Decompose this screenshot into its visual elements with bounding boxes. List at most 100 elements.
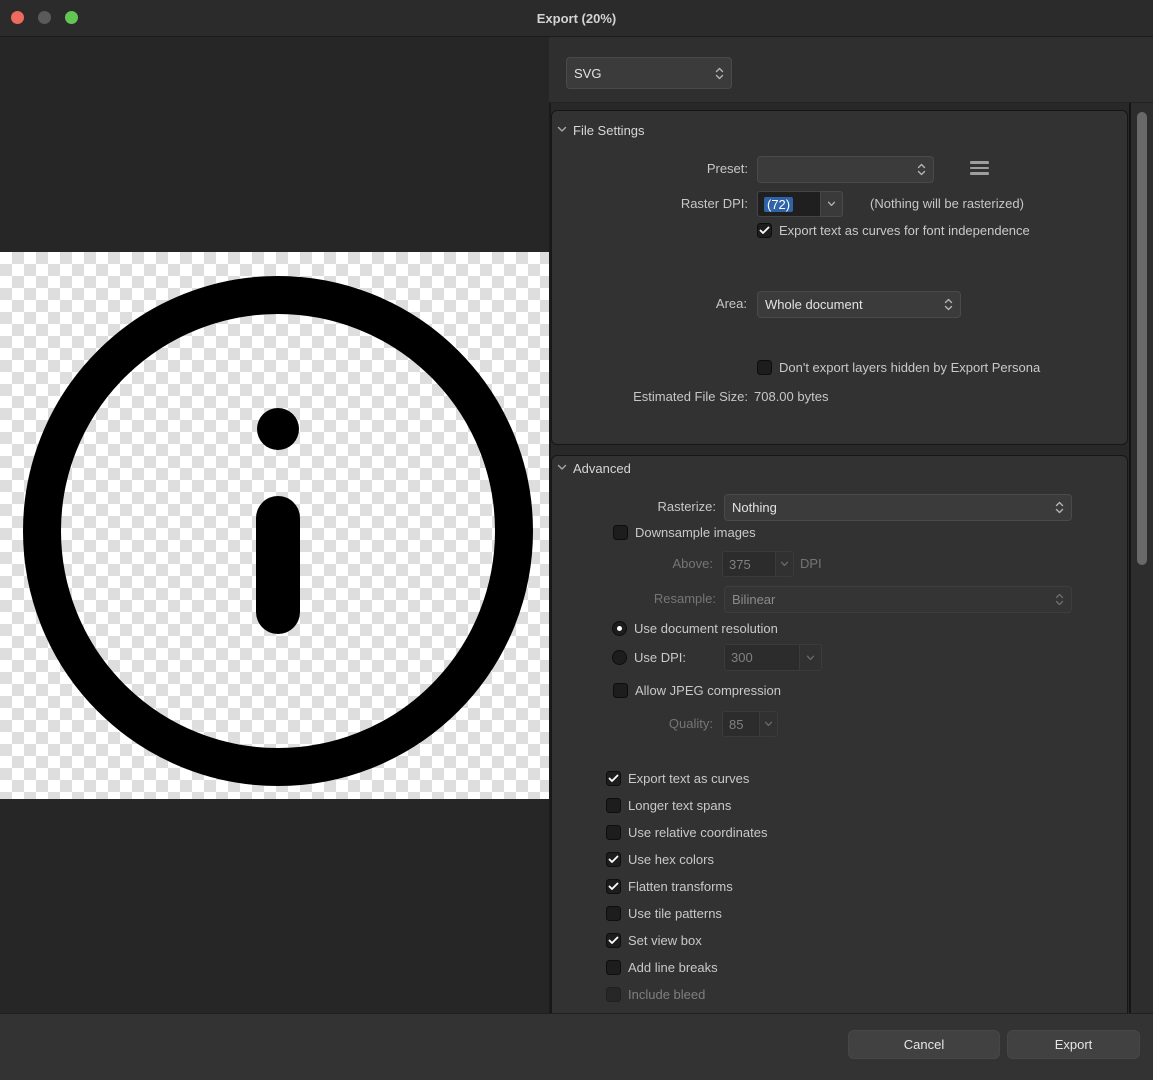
export-button[interactable]: Export bbox=[1007, 1030, 1140, 1059]
checkbox-box bbox=[606, 825, 621, 840]
allow-jpeg-compression-checkbox[interactable]: Allow JPEG compression bbox=[613, 682, 781, 698]
raster-dpi-label: Raster DPI: bbox=[628, 196, 748, 212]
checkbox-box bbox=[613, 683, 628, 698]
checkbox-label: Use relative coordinates bbox=[628, 825, 767, 840]
minimize-button[interactable] bbox=[38, 11, 51, 24]
checkmark-icon bbox=[608, 774, 619, 783]
rasterize-select[interactable]: Nothing bbox=[724, 494, 1072, 521]
select-chevrons-icon bbox=[917, 163, 926, 176]
checkmark-icon bbox=[608, 882, 619, 891]
use-relative-coordinates-checkbox[interactable]: Use relative coordinates bbox=[606, 824, 767, 840]
cancel-button[interactable]: Cancel bbox=[848, 1030, 1000, 1059]
advanced-collapse-icon[interactable] bbox=[557, 464, 567, 471]
chevron-down-icon bbox=[827, 201, 836, 207]
advanced-title[interactable]: Advanced bbox=[573, 461, 631, 477]
radio-label: Use DPI: bbox=[634, 650, 686, 665]
select-chevrons-icon bbox=[1055, 501, 1064, 514]
raster-dpi-dropdown-button[interactable] bbox=[821, 191, 843, 217]
preset-menu-button[interactable] bbox=[970, 161, 989, 175]
chevron-down-icon bbox=[806, 655, 815, 661]
checkbox-box bbox=[757, 223, 772, 238]
export-dialog: Export (20%) SVG File Settings Preset: bbox=[0, 0, 1153, 1080]
format-select[interactable]: SVG bbox=[566, 57, 732, 89]
transparency-checkerboard bbox=[0, 252, 549, 799]
dpi-unit-label: DPI bbox=[800, 556, 822, 572]
export-text-as-curves-checkbox[interactable]: Export text as curves bbox=[606, 770, 749, 786]
rasterize-label: Rasterize: bbox=[610, 499, 716, 515]
use-dpi-value: 300 bbox=[731, 650, 753, 665]
checkbox-box bbox=[606, 906, 621, 921]
checkbox-label: Use hex colors bbox=[628, 852, 714, 867]
resample-select: Bilinear bbox=[724, 586, 1072, 613]
flatten-transforms-checkbox[interactable]: Flatten transforms bbox=[606, 878, 733, 894]
raster-dpi-note: (Nothing will be rasterized) bbox=[870, 196, 1024, 212]
checkbox-box bbox=[606, 852, 621, 867]
quality-value: 85 bbox=[729, 717, 743, 732]
area-select[interactable]: Whole document bbox=[757, 291, 961, 318]
use-hex-colors-checkbox[interactable]: Use hex colors bbox=[606, 851, 714, 867]
radio-label: Use document resolution bbox=[634, 621, 778, 636]
preset-select[interactable] bbox=[757, 156, 934, 183]
checkbox-label: Allow JPEG compression bbox=[635, 683, 781, 698]
select-chevrons-icon bbox=[715, 67, 724, 80]
include-bleed-checkbox: Include bleed bbox=[606, 986, 705, 1002]
checkbox-box bbox=[606, 879, 621, 894]
raster-dpi-value: (72) bbox=[764, 197, 793, 212]
radio-dot bbox=[612, 650, 627, 665]
dont-export-hidden-layers-checkbox[interactable]: Don't export layers hidden by Export Per… bbox=[757, 359, 1040, 375]
checkbox-box bbox=[757, 360, 772, 375]
set-view-box-checkbox[interactable]: Set view box bbox=[606, 932, 702, 948]
checkbox-box bbox=[606, 987, 621, 1002]
use-dpi-dropdown-button bbox=[800, 644, 822, 671]
chevron-down-icon bbox=[764, 721, 773, 727]
quality-dropdown-button bbox=[760, 711, 778, 737]
downsample-images-checkbox[interactable]: Downsample images bbox=[613, 524, 756, 540]
zoom-button[interactable] bbox=[65, 11, 78, 24]
checkbox-label: Include bleed bbox=[628, 987, 705, 1002]
estimated-size-label: Estimated File Size: bbox=[555, 389, 748, 405]
raster-dpi-input[interactable]: (72) bbox=[757, 191, 821, 217]
quality-label: Quality: bbox=[630, 716, 713, 732]
use-document-resolution-radio[interactable]: Use document resolution bbox=[612, 620, 778, 636]
window-title: Export (20%) bbox=[0, 0, 1153, 37]
estimated-size-value: 708.00 bytes bbox=[754, 389, 828, 405]
checkbox-label: Flatten transforms bbox=[628, 879, 733, 894]
checkbox-box bbox=[606, 771, 621, 786]
export-preview bbox=[0, 37, 549, 1013]
checkbox-label: Add line breaks bbox=[628, 960, 718, 975]
checkbox-label: Set view box bbox=[628, 933, 702, 948]
checkbox-box bbox=[606, 933, 621, 948]
scrollbar-thumb[interactable] bbox=[1137, 112, 1147, 565]
use-dpi-input: 300 bbox=[724, 644, 800, 671]
checkbox-label: Use tile patterns bbox=[628, 906, 722, 921]
checkbox-label: Don't export layers hidden by Export Per… bbox=[779, 360, 1040, 375]
area-select-value: Whole document bbox=[765, 297, 863, 312]
file-settings-title[interactable]: File Settings bbox=[573, 123, 645, 139]
export-text-curves-font-checkbox[interactable]: Export text as curves for font independe… bbox=[757, 222, 1030, 238]
checkbox-label: Downsample images bbox=[635, 525, 756, 540]
above-dpi-value: 375 bbox=[729, 557, 751, 572]
checkbox-label: Export text as curves bbox=[628, 771, 749, 786]
chevron-down-icon bbox=[780, 561, 789, 567]
select-chevrons-icon bbox=[944, 298, 953, 311]
longer-text-spans-checkbox[interactable]: Longer text spans bbox=[606, 797, 731, 813]
checkmark-icon bbox=[608, 936, 619, 945]
hamburger-icon bbox=[970, 161, 989, 164]
info-circle-icon bbox=[0, 252, 549, 799]
title-bar: Export (20%) bbox=[0, 0, 1153, 37]
resample-label: Resample: bbox=[610, 591, 716, 607]
checkmark-icon bbox=[608, 855, 619, 864]
checkbox-box bbox=[606, 798, 621, 813]
use-tile-patterns-checkbox[interactable]: Use tile patterns bbox=[606, 905, 722, 921]
select-chevrons-icon bbox=[1055, 593, 1064, 606]
use-dpi-radio[interactable]: Use DPI: bbox=[612, 649, 686, 665]
file-settings-collapse-icon[interactable] bbox=[557, 126, 567, 133]
rasterize-select-value: Nothing bbox=[732, 500, 777, 515]
close-button[interactable] bbox=[11, 11, 24, 24]
checkbox-label: Export text as curves for font independe… bbox=[779, 223, 1030, 238]
preset-label: Preset: bbox=[640, 161, 748, 177]
resample-select-value: Bilinear bbox=[732, 592, 775, 607]
checkbox-box bbox=[613, 525, 628, 540]
add-line-breaks-checkbox[interactable]: Add line breaks bbox=[606, 959, 718, 975]
radio-dot bbox=[612, 621, 627, 636]
